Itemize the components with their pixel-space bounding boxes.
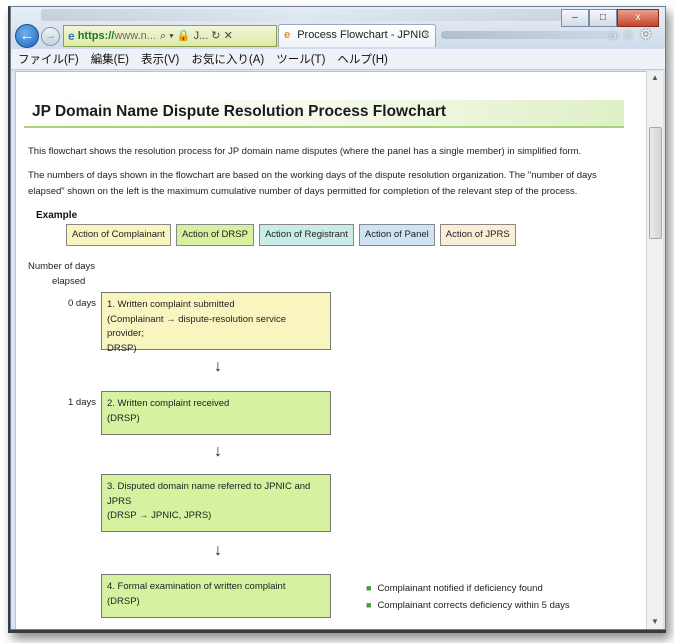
flow-step-3: 3. Disputed domain name referred to JPNI… (101, 474, 331, 532)
home-favorites-settings-icons[interactable]: ⌂☆⚙ (608, 26, 657, 43)
legend-panel: Action of Panel (358, 224, 435, 246)
day-label: 0 days (68, 298, 96, 309)
step-text: (Complainant → dispute-resolution servic… (107, 313, 286, 340)
back-arrow-icon[interactable]: ← (15, 24, 39, 48)
bullet-icon: ■ (366, 583, 372, 593)
address-bar[interactable]: e https:// www.n... ⌕ ▾ 🔒 J... ↻ ✕ (63, 25, 277, 47)
legend-complainant: Action of Complainant (66, 224, 171, 246)
step-text: DRSP) (107, 342, 137, 354)
legend-drsp: Action of DRSP (175, 224, 254, 246)
window-controls: – □ x (561, 9, 659, 27)
page-content: JP Domain Name Dispute Resolution Proces… (15, 71, 647, 629)
vertical-scrollbar[interactable]: ▲ ▼ (646, 71, 663, 629)
example-label: Example (36, 210, 78, 221)
menu-file[interactable]: ファイル(F) (18, 51, 79, 67)
intro-text: This flowchart shows the resolution proc… (28, 146, 582, 157)
tab-title: Process Flowchart - JPNIC (297, 29, 430, 41)
step-text: JPRS (107, 495, 132, 507)
menu-edit[interactable]: 編集(E) (91, 51, 129, 67)
scrollbar-thumb[interactable] (649, 127, 662, 239)
step-text: 1. Written complaint submitted (107, 299, 235, 310)
minimize-button[interactable]: – (561, 9, 589, 27)
forward-arrow-icon[interactable]: → (41, 27, 60, 46)
blurred-tabs (441, 31, 621, 39)
flow-step-1: 1. Written complaint submitted (Complain… (101, 292, 331, 354)
blurred-title (41, 9, 561, 21)
flow-step-4: 4. Formal examination of written complai… (101, 574, 331, 618)
note-text: Complainant corrects deficiency within 5… (377, 600, 570, 611)
title-bar: – □ x ← → e https:// www.n... ⌕ ▾ 🔒 J...… (11, 7, 665, 49)
down-arrow-icon: ↓ (214, 542, 222, 559)
days-elapsed-header-line2: elapsed (52, 276, 86, 287)
flow-step-2: 2. Written complaint received (DRSP) (101, 391, 331, 435)
legend-jprs: Action of JPRS (439, 224, 516, 246)
menu-help[interactable]: ヘルプ(H) (337, 51, 387, 67)
page-title: JP Domain Name Dispute Resolution Proces… (32, 103, 447, 120)
note-item: ■ Complainant notified if deficiency foun… (366, 580, 570, 597)
scroll-down-icon[interactable]: ▼ (647, 615, 663, 629)
step-text: (DRSP → JPNIC, JPRS) (107, 510, 212, 521)
step-text: 4. Formal examination of written complai… (107, 581, 286, 592)
scroll-up-icon[interactable]: ▲ (647, 71, 663, 85)
step-4-notes: ■ Complainant notified if deficiency foun… (366, 580, 570, 614)
menu-bar: ファイル(F) 編集(E) 表示(V) お気に入り(A) ツール(T) ヘルプ(… (11, 49, 665, 70)
page-header: JP Domain Name Dispute Resolution Proces… (24, 100, 624, 128)
maximize-button[interactable]: □ (589, 9, 617, 27)
bullet-icon: ■ (366, 600, 372, 610)
down-arrow-icon: ↓ (214, 443, 222, 460)
menu-favorites[interactable]: お気に入り(A) (191, 51, 264, 67)
down-arrow-icon: ↓ (214, 358, 222, 375)
step-text: 2. Written complaint received (107, 398, 230, 409)
days-elapsed-header: Number of days (28, 261, 96, 272)
address-tools[interactable]: ⌕ ▾ 🔒 J... ↻ ✕ (160, 29, 233, 43)
address-https: https:// (77, 30, 115, 42)
ie-tab-icon: e (284, 29, 291, 41)
note-item: ■ Complainant corrects deficiency within … (366, 597, 570, 614)
legend-registrant: Action of Registrant (258, 224, 354, 246)
browser-window: – □ x ← → e https:// www.n... ⌕ ▾ 🔒 J...… (10, 6, 666, 630)
step-text: (DRSP) (107, 595, 140, 607)
ie-logo-icon: e (68, 29, 75, 43)
day-label: 1 days (68, 397, 96, 408)
tab-close-icon[interactable]: × (424, 25, 430, 46)
address-host: www.n... (114, 30, 156, 42)
tab-process-flowchart[interactable]: e Process Flowchart - JPNIC × (278, 24, 436, 47)
menu-view[interactable]: 表示(V) (141, 51, 179, 67)
step-text: 3. Disputed domain name referred to JPNI… (107, 481, 311, 492)
step-text: (DRSP) (107, 412, 140, 424)
days-note-text: The numbers of days shown in the flowcha… (28, 170, 597, 197)
menu-tools[interactable]: ツール(T) (276, 51, 325, 67)
legend: Action of Complainant Action of DRSP Act… (66, 224, 521, 246)
note-text: Complainant notified if deficiency found (377, 583, 543, 594)
close-button[interactable]: x (617, 9, 659, 27)
